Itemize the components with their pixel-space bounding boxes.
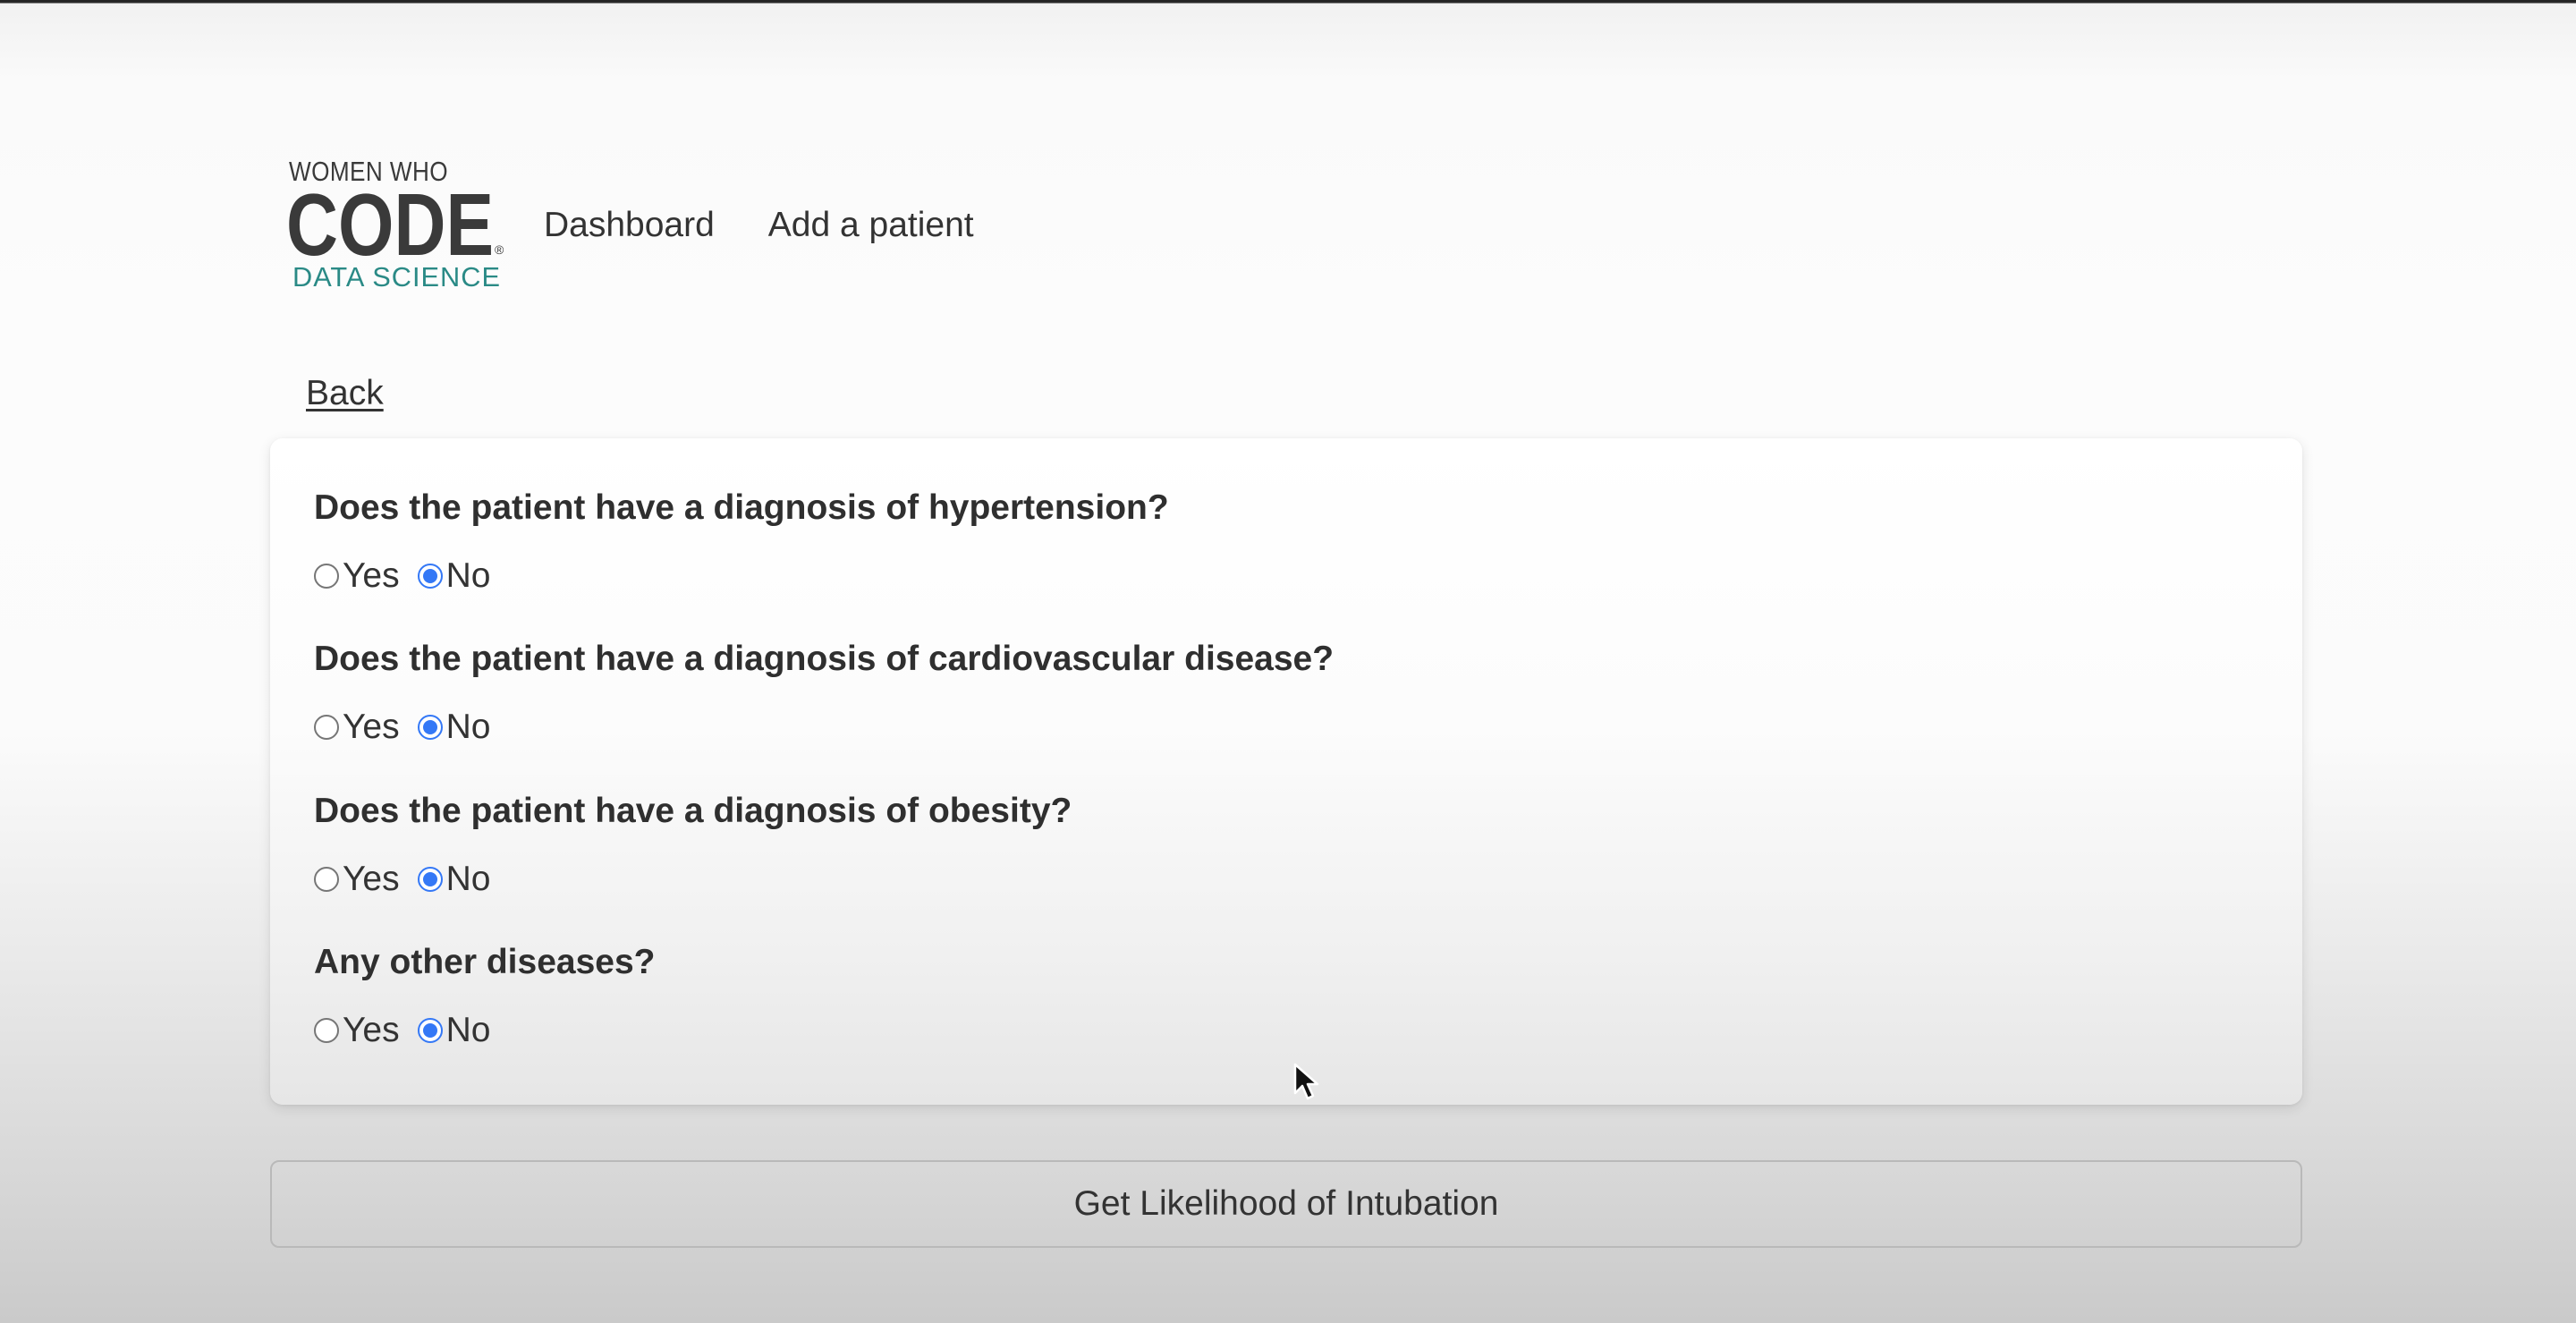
nav-dashboard-link[interactable]: Dashboard	[544, 200, 715, 250]
radio-group-hypertension: Yes No	[314, 553, 1169, 599]
get-likelihood-button[interactable]: Get Likelihood of Intubation	[270, 1160, 2302, 1248]
radio-option-no[interactable]: No	[417, 704, 491, 751]
radio-label-yes: Yes	[343, 708, 400, 746]
nav-add-patient-link[interactable]: Add a patient	[768, 200, 974, 250]
radio-label-no: No	[445, 1011, 491, 1049]
radio-label-no: No	[445, 708, 491, 746]
radio-group-cardiovascular: Yes No	[314, 704, 1334, 751]
radio-button-yes[interactable]	[314, 564, 339, 589]
radio-option-yes[interactable]: Yes	[314, 856, 400, 903]
radio-group-obesity: Yes No	[314, 856, 1072, 903]
radio-button-no-selected[interactable]	[417, 867, 443, 892]
radio-option-no[interactable]: No	[417, 856, 491, 903]
radio-option-no[interactable]: No	[417, 1007, 491, 1054]
radio-label-yes: Yes	[343, 556, 400, 595]
question-obesity: Does the patient have a diagnosis of obe…	[314, 788, 1072, 903]
radio-label-no: No	[445, 556, 491, 595]
question-label: Any other diseases?	[314, 943, 656, 981]
main-nav: Dashboard Add a patient	[544, 200, 974, 250]
question-cardiovascular: Does the patient have a diagnosis of car…	[314, 636, 1334, 751]
radio-button-yes[interactable]	[314, 1018, 339, 1043]
logo-registered-mark: ®	[495, 242, 504, 257]
question-label: Does the patient have a diagnosis of hyp…	[314, 488, 1169, 527]
radio-button-yes[interactable]	[314, 715, 339, 740]
question-other-diseases: Any other diseases? Yes No	[314, 939, 655, 1054]
arrow-pointer-icon	[1293, 1063, 1319, 1100]
radio-label-no: No	[445, 860, 491, 898]
logo-line3: DATA SCIENCE	[292, 261, 501, 290]
back-link[interactable]: Back	[306, 370, 384, 417]
radio-option-yes[interactable]: Yes	[314, 1007, 400, 1054]
question-label: Does the patient have a diagnosis of obe…	[314, 792, 1072, 830]
radio-button-yes[interactable]	[314, 867, 339, 892]
logo-line2: CODE	[286, 175, 494, 274]
radio-group-other-diseases: Yes No	[314, 1007, 655, 1054]
radio-option-no[interactable]: No	[417, 553, 491, 599]
women-who-code-logo[interactable]: WOMEN WHO CODE ® DATA SCIENCE	[286, 154, 510, 290]
diagnosis-form-card: Does the patient have a diagnosis of hyp…	[270, 438, 2302, 1105]
radio-option-yes[interactable]: Yes	[314, 704, 400, 751]
question-hypertension: Does the patient have a diagnosis of hyp…	[314, 485, 1169, 599]
radio-button-no-selected[interactable]	[417, 564, 443, 589]
radio-label-yes: Yes	[343, 860, 400, 898]
radio-option-yes[interactable]: Yes	[314, 553, 400, 599]
radio-label-yes: Yes	[343, 1011, 400, 1049]
question-label: Does the patient have a diagnosis of car…	[314, 640, 1335, 678]
radio-button-no-selected[interactable]	[417, 1018, 443, 1043]
radio-button-no-selected[interactable]	[417, 715, 443, 740]
